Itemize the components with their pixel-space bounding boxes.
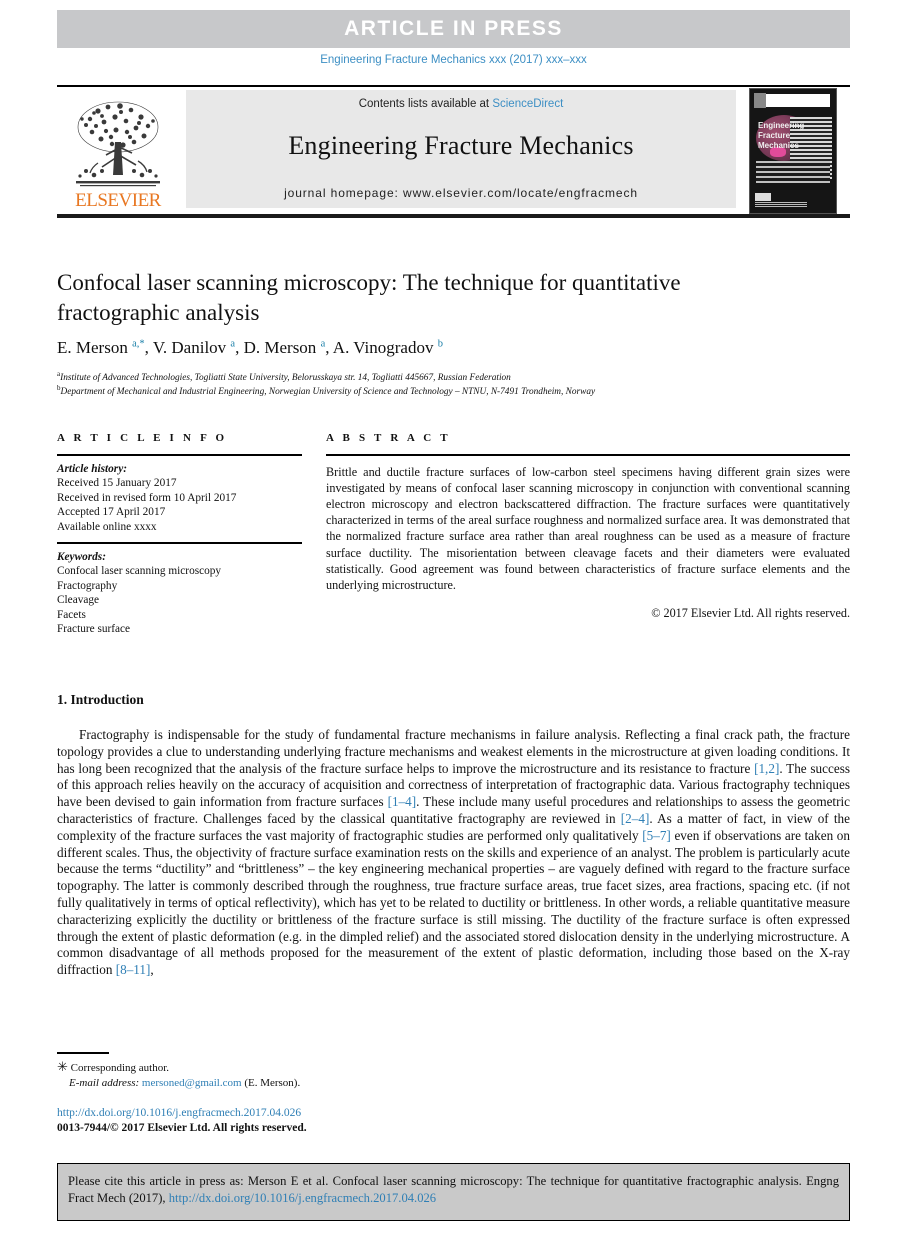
history-item: Received in revised form 10 April 2017 <box>57 491 237 504</box>
doi-link[interactable]: http://dx.doi.org/10.1016/j.engfracmech.… <box>57 1107 301 1119</box>
keyword-item: Fractography <box>57 579 118 592</box>
cover-footer <box>755 193 815 207</box>
affiliation-a: aInstitute of Advanced Technologies, Tog… <box>57 370 511 384</box>
abstract-rule <box>326 454 850 456</box>
contents-prefix: Contents lists available at <box>358 98 493 110</box>
keywords-rule <box>57 542 302 544</box>
cover-logo-square <box>754 93 766 108</box>
introduction-paragraph: Fractography is indispensable for the st… <box>57 727 851 978</box>
journal-title: Engineering Fracture Mechanics <box>288 131 634 160</box>
citation-box: Please cite this article in press as: Me… <box>57 1163 850 1221</box>
introduction-heading: 1. Introduction <box>57 692 144 707</box>
article-info-heading: A R T I C L E I N F O <box>57 432 228 444</box>
journal-homepage-link[interactable]: journal homepage: www.elsevier.com/locat… <box>284 186 638 200</box>
journal-reference-line: Engineering Fracture Mechanics xxx (2017… <box>320 54 587 66</box>
article-info-column: A R T I C L E I N F O Article history: R… <box>57 432 302 637</box>
sciencedirect-link[interactable]: ScienceDirect <box>492 98 563 110</box>
abstract-copyright: © 2017 Elsevier Ltd. All rights reserved… <box>651 606 850 621</box>
affiliation-a-text: Institute of Advanced Technologies, Togl… <box>60 373 511 384</box>
affiliation-b-text: Department of Mechanical and Industrial … <box>60 387 596 398</box>
keyword-item: Facets <box>57 608 86 621</box>
article-in-press-label: ARTICLE IN PRESS <box>344 17 563 40</box>
cover-footer-logo <box>755 193 771 201</box>
cover-footer-textlines <box>755 202 807 207</box>
article-in-press-banner: ARTICLE IN PRESS <box>57 10 850 48</box>
elsevier-logo: ELSEVIER <box>60 90 176 212</box>
affiliation-b: bDepartment of Mechanical and Industrial… <box>57 384 596 398</box>
footnote-rule <box>57 1052 109 1054</box>
masthead-panel: Contents lists available at ScienceDirec… <box>186 90 736 208</box>
cover-journal-title: Engineering Fracture Mechanics <box>758 121 805 150</box>
history-item: Accepted 17 April 2017 <box>57 506 166 518</box>
journal-cover-thumbnail: Engineering Fracture Mechanics <box>749 88 837 214</box>
elsevier-wordmark: ELSEVIER <box>75 190 161 211</box>
history-item: Available online xxxx <box>57 520 157 533</box>
masthead-top-rule <box>57 85 850 87</box>
article-page: ARTICLE IN PRESS Engineering Fracture Me… <box>0 0 907 1238</box>
abstract-body: Brittle and ductile fracture surfaces of… <box>326 464 850 592</box>
elsevier-tree-icon <box>76 101 160 187</box>
abstract-heading: A B S T R A C T <box>326 432 451 444</box>
cover-stripes-graphic-2 <box>756 161 830 183</box>
email-address-note[interactable]: E-mail address: mersoned@gmail.com (E. M… <box>57 1076 557 1091</box>
keywords-label: Keywords: <box>57 550 106 563</box>
article-history-label: Article history: <box>57 462 127 475</box>
keyword-item: Fracture surface <box>57 623 131 635</box>
issn-copyright-line: 0013-7944/© 2017 Elsevier Ltd. All right… <box>57 1122 307 1134</box>
footnote-block: ✳ Corresponding author. E-mail address: … <box>57 1059 557 1091</box>
contents-lists-line: Contents lists available at ScienceDirec… <box>359 98 564 110</box>
article-history-block: Article history: Received 15 January 201… <box>57 462 302 535</box>
keyword-item: Cleavage <box>57 594 100 606</box>
author-list: E. Merson a,*, V. Danilov a, D. Merson a… <box>57 338 443 357</box>
history-item: Received 15 January 2017 <box>57 477 177 489</box>
abstract-column: A B S T R A C T Brittle and ductile frac… <box>326 432 850 621</box>
corresponding-author-note: ✳ Corresponding author. <box>57 1059 170 1074</box>
masthead-bottom-rule <box>57 214 850 218</box>
keywords-block: Keywords: Confocal laser scanning micros… <box>57 550 302 637</box>
cover-white-bar <box>766 94 830 107</box>
citation-text: Please cite this article in press as: Me… <box>68 1174 839 1205</box>
article-info-rule <box>57 454 302 456</box>
page-title: Confocal laser scanning microscopy: The … <box>57 270 681 325</box>
keyword-item: Confocal laser scanning microscopy <box>57 565 222 577</box>
